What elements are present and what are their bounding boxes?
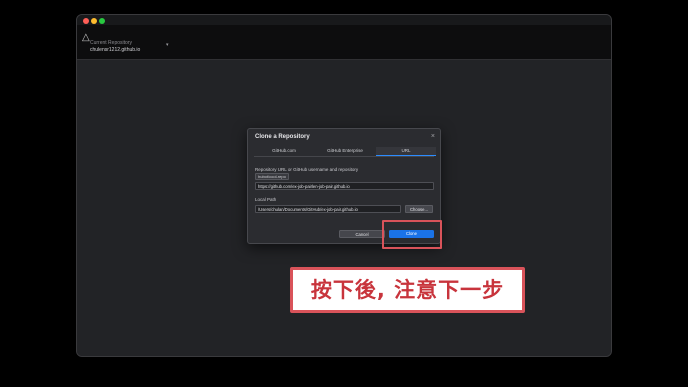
- current-repository-label: Current Repository: [90, 40, 132, 46]
- cancel-button[interactable]: Cancel: [339, 230, 385, 238]
- chevron-down-icon: ▾: [166, 42, 169, 48]
- tab-github-enterprise[interactable]: GitHub Enterprise: [314, 147, 376, 155]
- title-bar: [77, 15, 611, 25]
- annotation-text: 按下後, 注意下一步: [310, 278, 505, 302]
- clone-highlight-box: [382, 220, 442, 249]
- tab-github-com[interactable]: GitHub.com: [254, 147, 314, 155]
- tab-url[interactable]: URL: [376, 147, 436, 156]
- window-maximize-button[interactable]: [99, 18, 105, 24]
- window-close-button[interactable]: [83, 18, 89, 24]
- repository-url-input[interactable]: https://github.com/ex-job-pairlen-job-pa…: [255, 182, 434, 190]
- repository-url-label: Repository URL or GitHub username and re…: [255, 167, 359, 172]
- current-repository-name: chulensr1212.github.io: [90, 47, 141, 53]
- window-minimize-button[interactable]: [91, 18, 97, 24]
- clone-tabs: GitHub.com GitHub Enterprise URL: [254, 147, 436, 157]
- repository-url-hint: hubot/cool-repo: [255, 173, 289, 180]
- annotation-callout: 按下後, 注意下一步: [290, 267, 525, 313]
- local-path-input[interactable]: /Users/chulan/Documents/GitHub/ex-job-pa…: [255, 205, 401, 213]
- toolbar: △ Current Repository chulensr1212.github…: [77, 25, 611, 60]
- dialog-title: Clone a Repository: [255, 134, 310, 140]
- close-icon[interactable]: ×: [431, 133, 435, 140]
- choose-button[interactable]: Choose...: [405, 205, 433, 213]
- local-path-label: Local Path: [255, 197, 277, 202]
- repository-icon: △: [82, 32, 90, 43]
